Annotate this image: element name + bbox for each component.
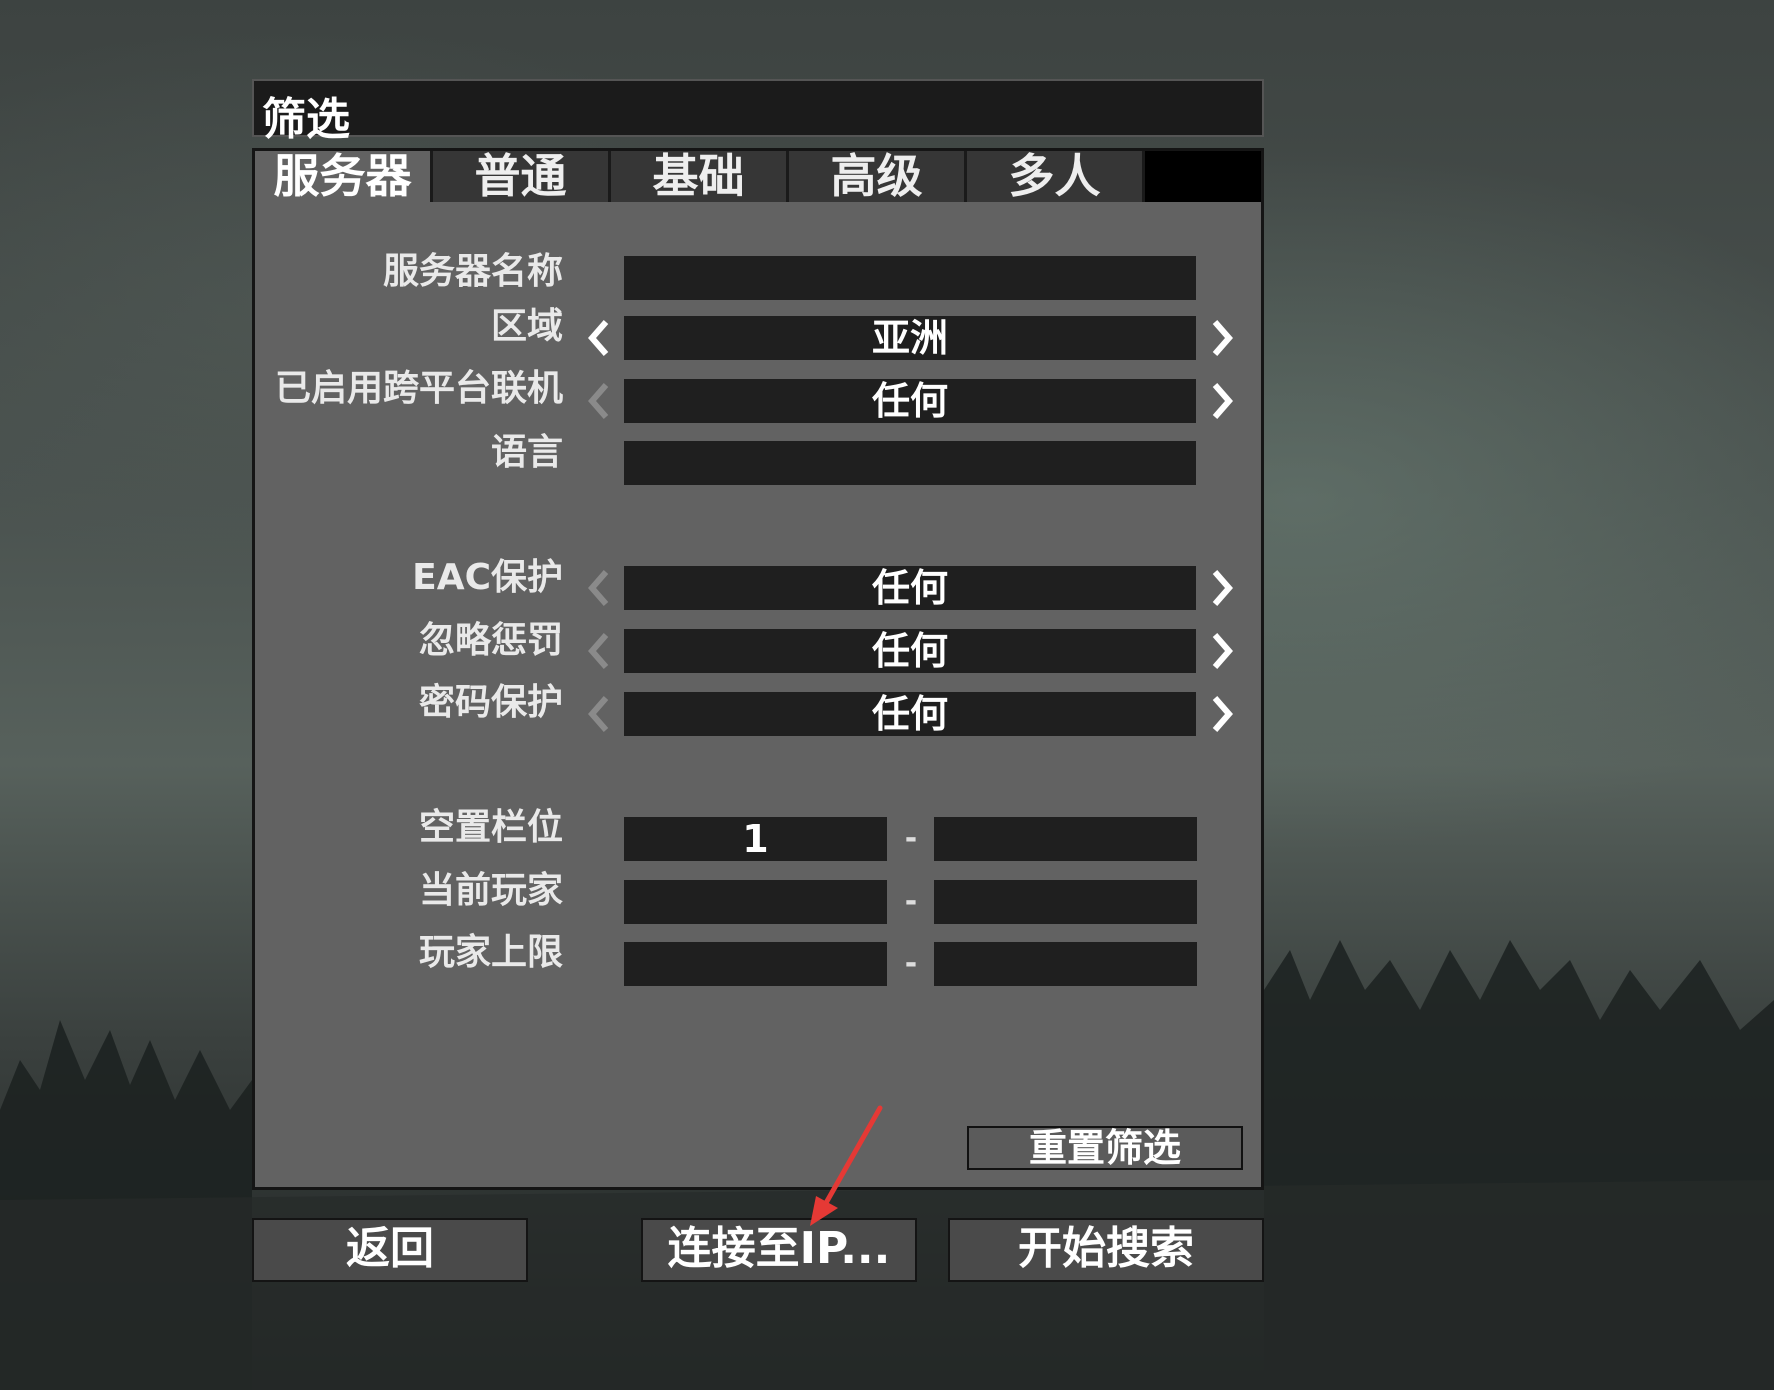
server-name-label: 服务器名称 xyxy=(382,251,563,292)
max-players-max-input[interactable] xyxy=(934,942,1197,986)
free-slots-label: 空置栏位 xyxy=(418,807,563,848)
password-prev-arrow-icon[interactable] xyxy=(584,692,614,736)
filter-panel: 服务器 普通 基础 高级 多人 服务器名称 区域 亚洲 已启用跨平台联机 任何 … xyxy=(252,148,1264,1190)
free-slots-max-input[interactable] xyxy=(934,817,1197,861)
tab-basic[interactable]: 基础 xyxy=(611,151,789,202)
ignore-penalty-prev-arrow-icon[interactable] xyxy=(584,629,614,673)
crossplay-next-arrow-icon[interactable] xyxy=(1207,379,1237,423)
current-players-label: 当前玩家 xyxy=(418,870,563,911)
current-players-max-input[interactable] xyxy=(934,880,1197,924)
current-players-min-input[interactable] xyxy=(624,880,887,924)
free-slots-min-input[interactable]: 1 xyxy=(624,817,887,861)
annotation-arrow-icon xyxy=(810,1105,883,1226)
region-label: 区域 xyxy=(490,306,563,347)
ignore-penalty-label: 忽略惩罚 xyxy=(418,620,563,661)
tab-bar: 服务器 普通 基础 高级 多人 xyxy=(255,151,1261,202)
region-selector[interactable]: 亚洲 xyxy=(624,316,1196,360)
range-dash: - xyxy=(904,821,918,856)
tab-server[interactable]: 服务器 xyxy=(255,151,433,202)
eac-label: EAC保护 xyxy=(412,557,563,598)
back-button[interactable]: 返回 xyxy=(252,1218,528,1282)
language-selector[interactable] xyxy=(624,441,1196,485)
reset-filter-button[interactable]: 重置筛选 xyxy=(967,1126,1243,1170)
tab-general[interactable]: 普通 xyxy=(433,151,611,202)
password-next-arrow-icon[interactable] xyxy=(1207,692,1237,736)
ignore-penalty-selector[interactable]: 任何 xyxy=(624,629,1196,673)
eac-prev-arrow-icon[interactable] xyxy=(584,566,614,610)
tab-multiplayer[interactable]: 多人 xyxy=(967,151,1145,202)
crossplay-prev-arrow-icon[interactable] xyxy=(584,379,614,423)
dialog-title: 筛选 xyxy=(262,94,350,145)
range-dash: - xyxy=(904,884,918,919)
crossplay-label: 已启用跨平台联机 xyxy=(274,368,563,409)
max-players-label: 玩家上限 xyxy=(418,932,563,973)
dialog-title-bar: 筛选 xyxy=(252,79,1264,145)
password-selector[interactable]: 任何 xyxy=(624,692,1196,736)
region-prev-arrow-icon[interactable] xyxy=(584,316,614,360)
eac-selector[interactable]: 任何 xyxy=(624,566,1196,610)
eac-next-arrow-icon[interactable] xyxy=(1207,566,1237,610)
start-search-button[interactable]: 开始搜索 xyxy=(948,1218,1264,1282)
tab-advanced[interactable]: 高级 xyxy=(789,151,967,202)
range-dash: - xyxy=(904,946,918,981)
region-next-arrow-icon[interactable] xyxy=(1207,316,1237,360)
max-players-min-input[interactable] xyxy=(624,942,887,986)
password-label: 密码保护 xyxy=(418,682,563,723)
language-label: 语言 xyxy=(490,432,563,473)
ignore-penalty-next-arrow-icon[interactable] xyxy=(1207,629,1237,673)
crossplay-selector[interactable]: 任何 xyxy=(624,379,1196,423)
server-name-input[interactable] xyxy=(624,256,1196,300)
